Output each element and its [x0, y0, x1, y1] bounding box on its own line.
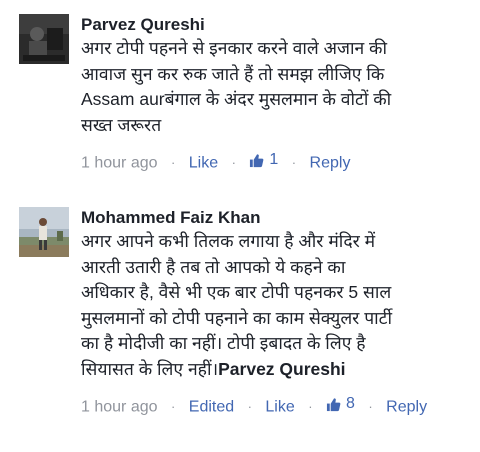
- comment-text-line: अगर टोपी पहनने से इनकार करने वाले अजान क…: [81, 38, 388, 58]
- thumbs-up-icon: [250, 153, 264, 167]
- avatar[interactable]: [19, 207, 69, 257]
- comment-author[interactable]: Parvez Qureshi: [81, 14, 473, 36]
- thumbs-up-icon: [326, 397, 341, 411]
- comment-text-line: का है मोदीजी का नहीं। टोपी इबादत के लिए …: [81, 333, 366, 353]
- comment-text-segment: सियासत के लिए नहीं।: [81, 358, 219, 379]
- separator: ·: [247, 398, 252, 414]
- reply-button[interactable]: Reply: [386, 399, 427, 416]
- like-count: 8: [346, 395, 355, 412]
- like-button[interactable]: Like: [265, 399, 294, 416]
- like-button[interactable]: Like: [189, 155, 218, 172]
- comment-text-line: Assam aurबंगाल के अंदर मुसलमान के वोटों …: [81, 89, 392, 109]
- comment-author[interactable]: Mohammed Faiz Khan: [81, 207, 473, 229]
- reaction-count[interactable]: 1: [249, 150, 278, 170]
- timestamp[interactable]: 1 hour ago: [81, 155, 158, 172]
- comment-text-line: अगर आपने कभी तिलक लगाया है और मंदिर में: [81, 231, 376, 251]
- mentioned-user-link[interactable]: Parvez Qureshi: [218, 359, 345, 379]
- comment-text: अगर टोपी पहनने से इनकार करने वाले अजान क…: [81, 36, 473, 138]
- avatar[interactable]: [19, 14, 69, 64]
- comment-meta: 1 hour ago · Like · 1 · Reply: [81, 150, 473, 174]
- timestamp[interactable]: 1 hour ago: [81, 399, 158, 416]
- comment-text-line: मुसलमानों को टोपी पहनाने का काम सेक्युलर…: [81, 307, 393, 328]
- separator: ·: [170, 154, 176, 170]
- comment-meta: 1 hour ago · Edited · Like · 8 · Reply: [81, 394, 473, 418]
- comment-text-line: अधिकार है, वैसे भी एक बार टोपी पहनकर 5 स…: [81, 282, 392, 302]
- separator: ·: [368, 398, 373, 414]
- separator: ·: [291, 154, 297, 170]
- comment-text-line: आरती उतारी है तब तो आपको ये कहने का: [81, 256, 346, 277]
- reaction-count[interactable]: 8: [326, 394, 355, 414]
- like-count: 1: [269, 151, 279, 168]
- separator: ·: [308, 398, 313, 414]
- comment-text-line: सियासत के लिए नहीं।Parvez Qureshi: [81, 357, 473, 383]
- reply-button[interactable]: Reply: [310, 155, 351, 172]
- comment-text: अगर आपने कभी तिलक लगाया है और मंदिर में …: [81, 229, 473, 382]
- comment-text-line: सख्त जरूरत: [81, 114, 162, 135]
- separator: ·: [231, 154, 236, 170]
- edited-link[interactable]: Edited: [189, 399, 234, 416]
- separator: ·: [170, 398, 176, 414]
- comment-text-line: आवाज सुन कर रुक जाते हैं तो समझ लीजिए कि: [81, 63, 385, 84]
